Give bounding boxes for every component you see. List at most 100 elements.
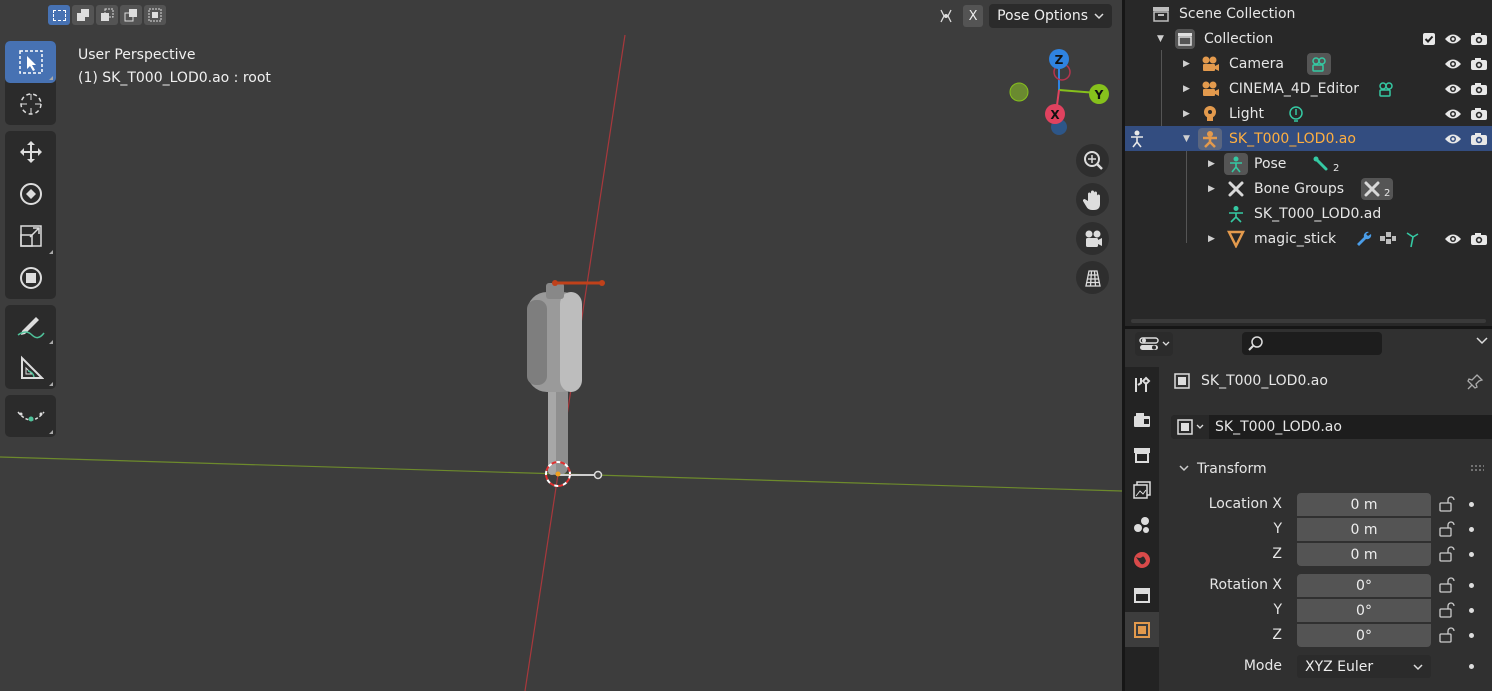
eye-icon[interactable] [1444, 32, 1462, 46]
properties-panel[interactable]: SK_T000_LOD0.ao SK_T000_LOD0.ao Transfor… [1125, 329, 1492, 691]
editor-type-dropdown[interactable] [1135, 332, 1173, 356]
eye-icon[interactable] [1444, 57, 1462, 71]
keyframe-dot-icon[interactable] [1469, 583, 1474, 588]
rotation-mode-dropdown[interactable]: XYZ Euler [1297, 655, 1431, 678]
outliner-row-armature-selected[interactable]: ▼ SK_T000_LOD0.ao [1125, 126, 1492, 151]
disclosure-collapsed-icon[interactable]: ▶ [1208, 184, 1215, 194]
neg-y-handle[interactable] [1009, 82, 1029, 102]
location-z-field[interactable]: 0 m [1297, 543, 1431, 566]
disclosure-expanded-icon[interactable]: ▼ [1157, 34, 1164, 44]
keyframe-dot-icon[interactable] [1469, 608, 1474, 613]
datablock-browse-button[interactable] [1171, 415, 1209, 439]
light-data-icon[interactable] [1285, 103, 1307, 125]
pose-options-dropdown[interactable]: Pose Options [989, 4, 1112, 28]
select-new-button[interactable] [48, 5, 70, 25]
bone-count-badge[interactable]: 2 [1313, 153, 1339, 174]
vertex-groups-icon[interactable] [1379, 230, 1397, 248]
eye-icon[interactable] [1444, 132, 1462, 146]
outliner-row-pose[interactable]: ▶ Pose 2 [1125, 151, 1492, 176]
location-x-field[interactable]: 0 m [1297, 493, 1431, 516]
pose-mode-icon[interactable] [1127, 129, 1147, 149]
outliner-row-bone-groups[interactable]: ▶ Bone Groups 2 [1125, 176, 1492, 201]
keyframe-dot-icon[interactable] [1469, 552, 1474, 557]
lock-icon[interactable] [1439, 496, 1457, 516]
keyframe-dot-icon[interactable] [1469, 502, 1474, 507]
output-tab[interactable] [1125, 437, 1159, 472]
rotate-tool[interactable] [5, 173, 56, 215]
outliner-row-cinema-4d-editor[interactable]: ▶ CINEMA_4D_Editor [1125, 76, 1492, 101]
object-tab[interactable] [1125, 612, 1159, 647]
outliner-scrollbar[interactable] [1131, 319, 1486, 323]
move-tool[interactable] [5, 131, 56, 173]
disclosure-collapsed-icon[interactable]: ▶ [1208, 234, 1215, 244]
eye-icon[interactable] [1444, 82, 1462, 96]
disclosure-expanded-icon[interactable]: ▼ [1183, 134, 1190, 144]
select-extend-button[interactable] [72, 5, 94, 25]
scene-tab[interactable] [1125, 507, 1159, 542]
pose-mirror-icon[interactable] [935, 5, 957, 27]
outliner-row-magic-stick[interactable]: ▶ magic_stick [1125, 226, 1492, 251]
location-y-field[interactable]: 0 m [1297, 518, 1431, 541]
zoom-button[interactable] [1076, 144, 1109, 177]
3d-viewport[interactable]: Z Y X User Perspective (1) SK_T000_LOD0.… [0, 0, 1122, 691]
annotate-tool[interactable] [5, 305, 56, 347]
disclosure-collapsed-icon[interactable]: ▶ [1208, 159, 1215, 169]
cursor-tool[interactable] [5, 83, 56, 125]
outliner-panel[interactable]: Scene Collection ▼ Collection ▶ Camera ▶… [1125, 0, 1492, 326]
measure-tool[interactable] [5, 347, 56, 389]
armature-model[interactable] [527, 280, 605, 487]
select-invert-button[interactable] [120, 5, 142, 25]
datablock-name[interactable]: SK_T000_LOD0.ao [1209, 419, 1342, 435]
lock-icon[interactable] [1439, 546, 1457, 566]
view-layer-tab[interactable] [1125, 472, 1159, 507]
pan-button[interactable] [1076, 183, 1109, 216]
lock-icon[interactable] [1439, 627, 1457, 647]
header-options-dropdown[interactable] [1476, 335, 1488, 349]
keyframe-dot-icon[interactable] [1469, 633, 1474, 638]
properties-search-input[interactable] [1242, 332, 1382, 355]
select-intersect-button[interactable] [144, 5, 166, 25]
tool-tab[interactable] [1125, 367, 1159, 402]
collection-tab[interactable] [1125, 577, 1159, 612]
keyframe-dot-icon[interactable] [1469, 527, 1474, 532]
camera-render-icon[interactable] [1470, 107, 1488, 121]
pin-button[interactable] [1466, 373, 1484, 395]
outliner-row-scene-collection[interactable]: Scene Collection [1125, 1, 1492, 26]
camera-render-icon[interactable] [1470, 32, 1488, 46]
mesh-data-icon[interactable] [1403, 230, 1421, 248]
outliner-row-camera[interactable]: ▶ Camera [1125, 51, 1492, 76]
camera-render-icon[interactable] [1470, 82, 1488, 96]
select-subtract-button[interactable] [96, 5, 118, 25]
rotation-z-field[interactable]: 0° [1297, 624, 1431, 647]
projection-toggle-button[interactable] [1076, 261, 1109, 294]
world-tab[interactable] [1125, 542, 1159, 577]
keyframe-dot-icon[interactable] [1469, 664, 1474, 669]
camera-render-icon[interactable] [1470, 132, 1488, 146]
transform-panel-header[interactable]: Transform [1173, 458, 1492, 480]
disclosure-collapsed-icon[interactable]: ▶ [1183, 109, 1190, 119]
eye-icon[interactable] [1444, 232, 1462, 246]
camera-view-button[interactable] [1076, 222, 1109, 255]
camera-render-icon[interactable] [1470, 57, 1488, 71]
select-box-tool[interactable] [5, 41, 56, 83]
disclosure-collapsed-icon[interactable]: ▶ [1183, 59, 1190, 69]
transform-tool[interactable] [5, 257, 56, 299]
rotation-y-field[interactable]: 0° [1297, 599, 1431, 622]
mirror-x-toggle[interactable]: X [963, 5, 984, 27]
lock-icon[interactable] [1439, 602, 1457, 622]
rotation-x-field[interactable]: 0° [1297, 574, 1431, 597]
pose-relax-tool[interactable] [5, 395, 56, 437]
camera-data-icon[interactable] [1307, 52, 1331, 75]
outliner-row-armature-data[interactable]: SK_T000_LOD0.ad [1125, 201, 1492, 226]
outliner-row-collection[interactable]: ▼ Collection [1125, 26, 1492, 51]
camera-data-icon[interactable] [1375, 78, 1397, 100]
eye-icon[interactable] [1444, 107, 1462, 121]
outliner-row-light[interactable]: ▶ Light [1125, 101, 1492, 126]
viewport-canvas[interactable]: Z Y X [0, 0, 1122, 691]
drag-grip-icon[interactable] [1470, 464, 1484, 472]
scale-tool[interactable] [5, 215, 56, 257]
disclosure-collapsed-icon[interactable]: ▶ [1183, 84, 1190, 94]
camera-render-icon[interactable] [1470, 232, 1488, 246]
bone-group-count-badge[interactable]: 2 [1361, 177, 1394, 200]
lock-icon[interactable] [1439, 521, 1457, 541]
